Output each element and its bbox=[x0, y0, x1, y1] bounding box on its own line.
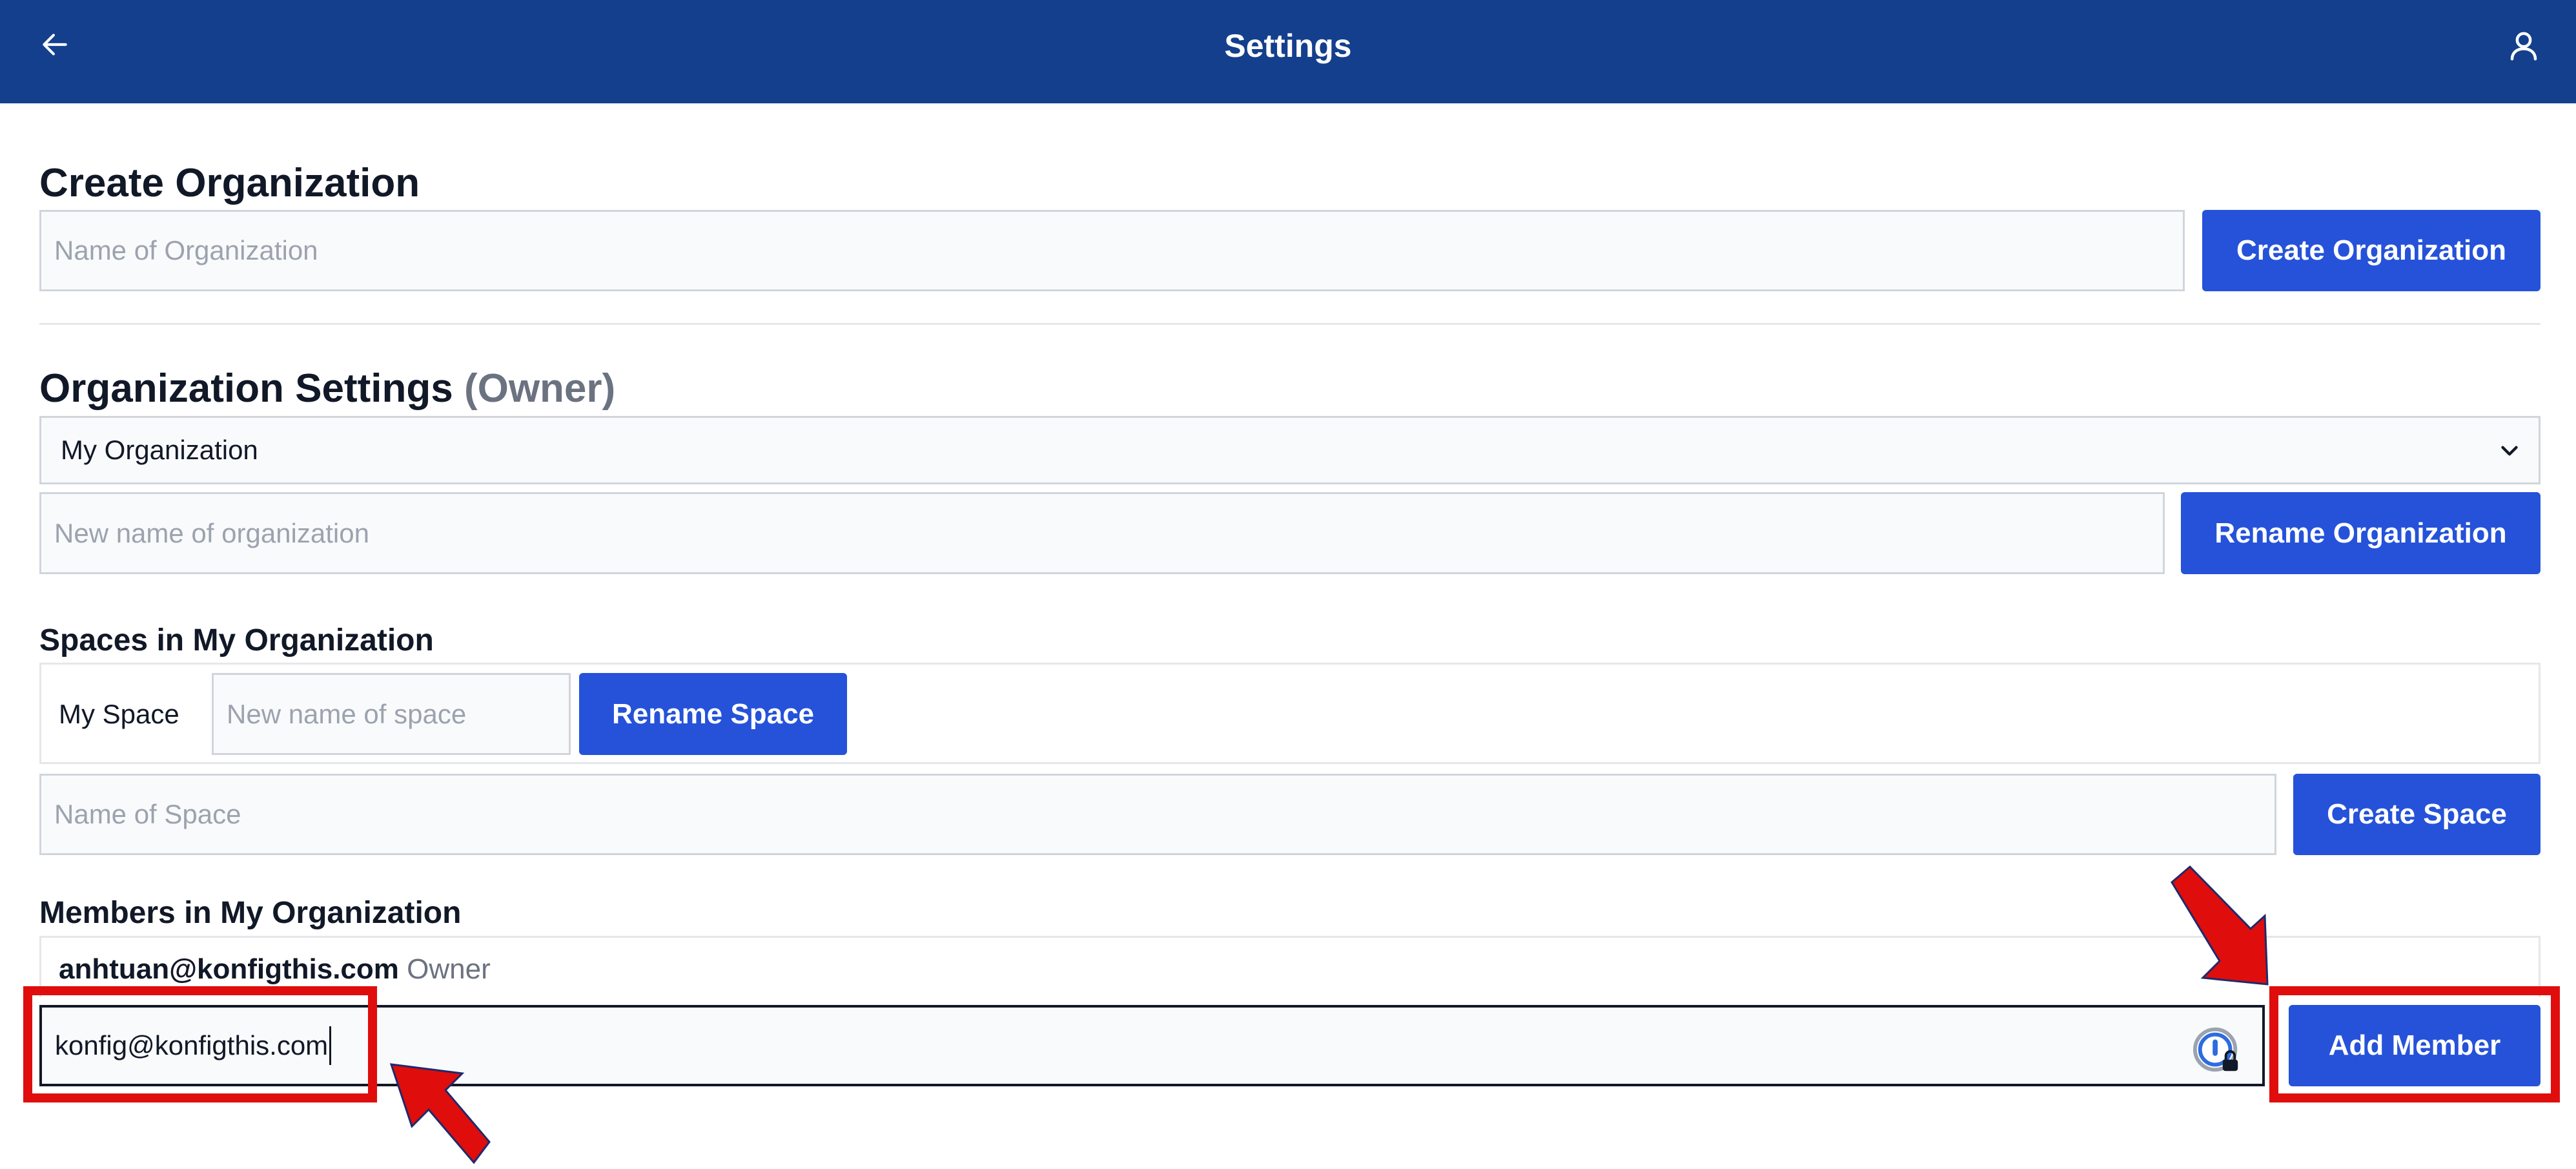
page-title: Settings bbox=[1224, 28, 1352, 64]
password-manager-lock-icon[interactable] bbox=[2193, 1026, 2243, 1076]
space-name: My Space bbox=[59, 699, 179, 729]
organization-settings-title: Organization Settings bbox=[39, 366, 453, 411]
section-divider bbox=[39, 323, 2540, 325]
selected-organization: My Organization bbox=[61, 435, 258, 465]
organization-name-input[interactable]: Name of Organization bbox=[39, 210, 2185, 291]
rename-organization-input[interactable]: New name of organization bbox=[39, 492, 2165, 574]
members-heading: Members in My Organization bbox=[39, 896, 462, 930]
arrow-pointing-to-add-member-icon bbox=[2171, 865, 2269, 986]
rename-space-button[interactable]: Rename Space bbox=[579, 673, 847, 755]
input-highlight-box bbox=[23, 986, 377, 1102]
space-name-placeholder: Name of Space bbox=[54, 799, 241, 829]
create-organization-button[interactable]: Create Organization bbox=[2202, 210, 2540, 291]
member-entry: anhtuan@konfigthis.com Owner bbox=[59, 953, 491, 986]
organization-name-placeholder: Name of Organization bbox=[54, 235, 318, 265]
chevron-down-icon bbox=[2501, 446, 2518, 456]
arrow-pointing-to-email-input-icon bbox=[389, 1063, 491, 1164]
member-role: Owner bbox=[407, 953, 491, 985]
rename-space-input[interactable]: New name of space bbox=[212, 673, 571, 755]
space-name-input[interactable]: Name of Space bbox=[39, 774, 2276, 855]
create-space-button[interactable]: Create Space bbox=[2293, 774, 2540, 855]
organization-select[interactable]: My Organization bbox=[39, 416, 2540, 484]
space-row: My Space New name of space Rename Space bbox=[39, 663, 2540, 764]
rename-organization-placeholder: New name of organization bbox=[54, 517, 369, 548]
top-app-bar: Settings bbox=[0, 0, 2576, 103]
spaces-heading: Spaces in My Organization bbox=[39, 623, 434, 657]
member-row: anhtuan@konfigthis.com Owner bbox=[39, 936, 2540, 997]
rename-organization-button[interactable]: Rename Organization bbox=[2181, 492, 2540, 574]
role-label: (Owner) bbox=[464, 366, 616, 411]
rename-space-placeholder: New name of space bbox=[227, 698, 467, 729]
create-organization-heading: Create Organization bbox=[39, 161, 420, 205]
organization-settings-heading: Organization Settings (Owner) bbox=[39, 366, 615, 411]
user-icon[interactable] bbox=[2506, 28, 2541, 63]
button-highlight-box bbox=[2269, 986, 2560, 1102]
member-email: anhtuan@konfigthis.com bbox=[59, 953, 399, 985]
